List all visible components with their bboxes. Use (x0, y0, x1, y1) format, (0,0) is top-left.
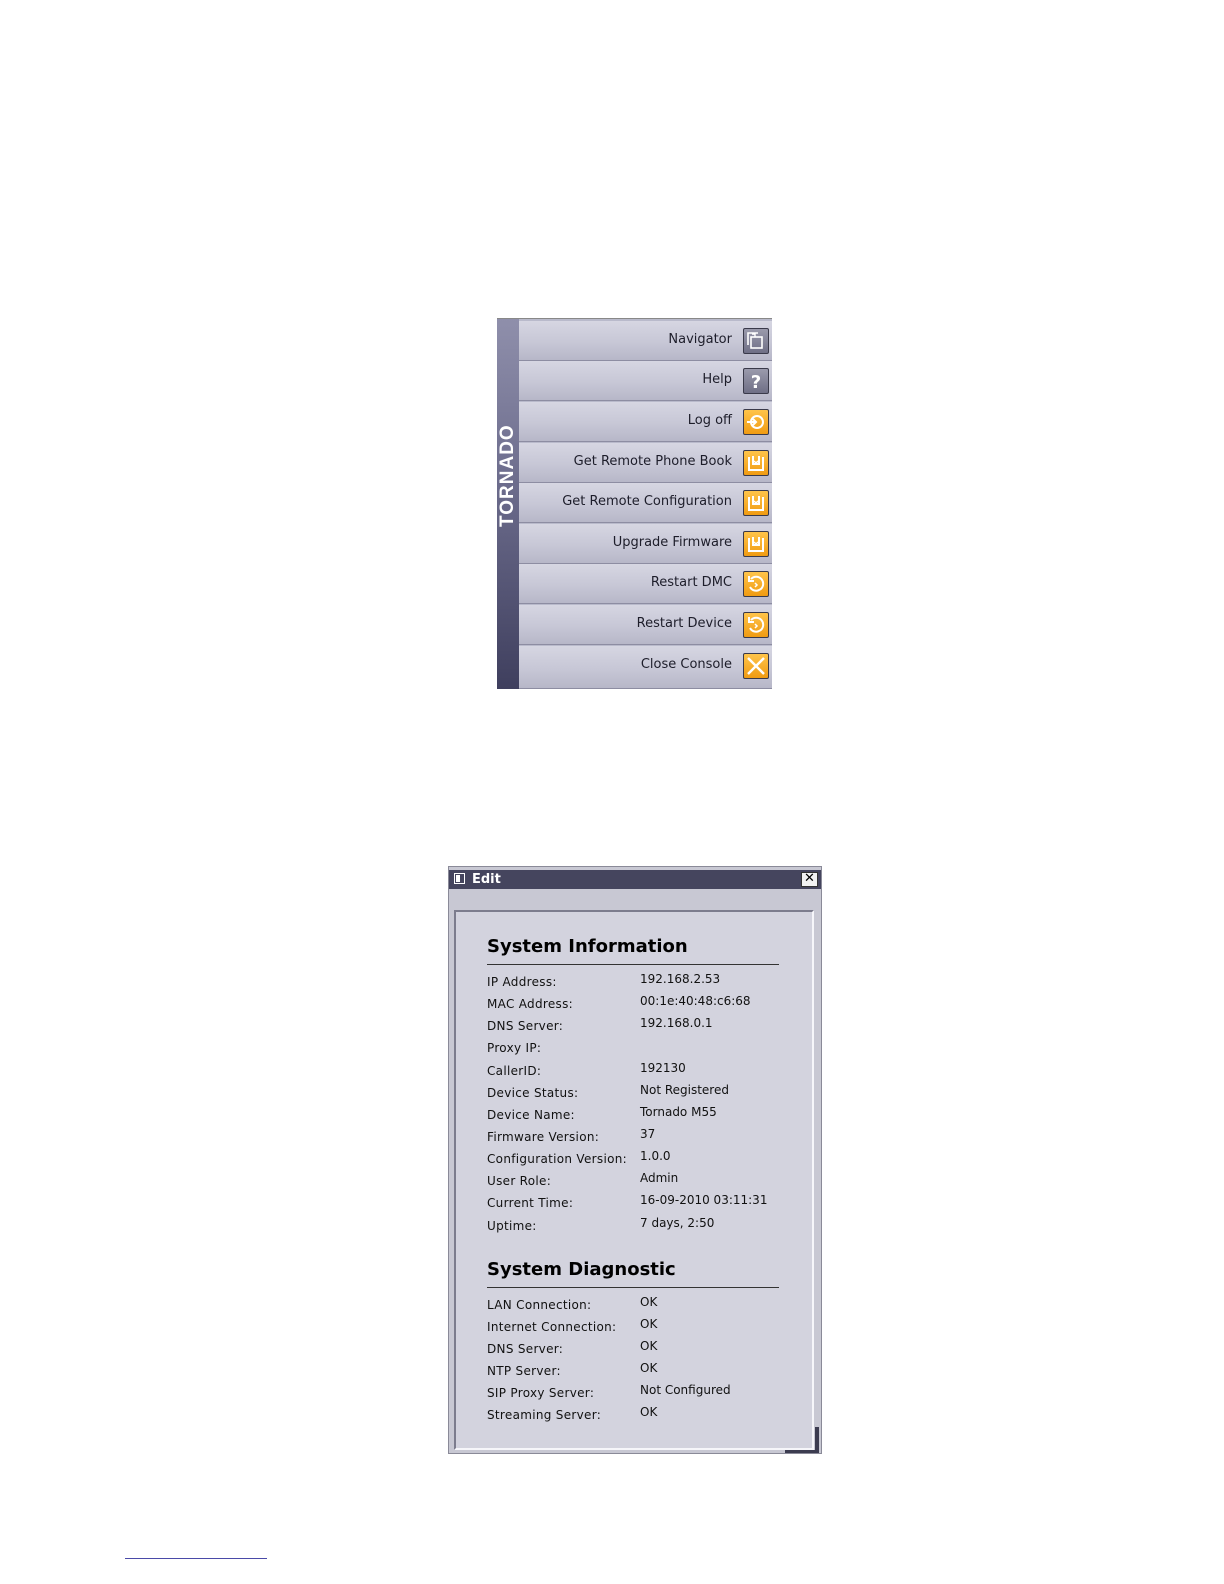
menu-item-label: Log off (687, 413, 732, 428)
menu-item-restart-dmc[interactable]: Restart DMC (519, 564, 772, 604)
section-title-system-information: System Information (487, 936, 688, 957)
log-off-icon (743, 409, 769, 435)
restart-icon (743, 612, 769, 638)
info-label: DNS Server: (487, 1019, 564, 1033)
menu-item-label: Navigator (668, 332, 732, 347)
info-row: Configuration Version: 1.0.0 (487, 1149, 787, 1169)
menu-item-label: Close Console (640, 657, 732, 672)
info-label: MAC Address: (487, 997, 573, 1011)
info-label: Configuration Version: (487, 1152, 627, 1166)
menu-item-close-console[interactable]: Close Console (519, 646, 772, 689)
info-value: Tornado M55 (640, 1105, 717, 1119)
info-value: 192.168.0.1 (640, 1016, 713, 1030)
restart-icon (743, 571, 769, 597)
diagnostic-row: NTP Server: OK (487, 1361, 787, 1381)
info-value: 192130 (640, 1061, 686, 1075)
section-title-system-diagnostic: System Diagnostic (487, 1259, 676, 1280)
info-value: 16-09-2010 03:11:31 (640, 1193, 768, 1207)
dialog-titlebar[interactable]: Edit ✕ (449, 870, 821, 889)
brand-strip: TORNADO (497, 319, 519, 689)
info-label: User Role: (487, 1174, 552, 1188)
diagnostic-value: OK (640, 1317, 658, 1331)
divider (487, 964, 779, 965)
window-icon (454, 873, 465, 884)
tornado-menu: TORNADO Navigator Help ? Log off Get Rem… (497, 318, 772, 689)
diagnostic-label: LAN Connection: (487, 1298, 592, 1312)
info-label: Current Time: (487, 1196, 574, 1210)
info-value: Admin (640, 1171, 679, 1185)
divider (487, 1287, 779, 1288)
download-icon (743, 531, 769, 557)
diagnostic-label: Internet Connection: (487, 1320, 617, 1334)
dialog-title: Edit (472, 872, 501, 887)
info-value: Not Registered (640, 1083, 729, 1097)
diagnostic-row: Internet Connection: OK (487, 1317, 787, 1337)
close-button[interactable]: ✕ (801, 872, 818, 887)
panel-shadow (785, 1450, 819, 1453)
info-label: CallerID: (487, 1064, 542, 1078)
info-label: Device Status: (487, 1086, 579, 1100)
info-row: Device Status: Not Registered (487, 1083, 787, 1103)
diagnostic-value: OK (640, 1295, 658, 1309)
diagnostic-value: Not Configured (640, 1383, 731, 1397)
menu-item-get-remote-configuration[interactable]: Get Remote Configuration (519, 483, 772, 523)
menu-item-label: Help (702, 372, 732, 387)
info-row: User Role: Admin (487, 1171, 787, 1191)
diagnostic-value: OK (640, 1405, 658, 1419)
info-label: Device Name: (487, 1108, 575, 1122)
info-value: 7 days, 2:50 (640, 1216, 715, 1230)
info-row: Uptime: 7 days, 2:50 (487, 1216, 787, 1236)
download-icon (743, 450, 769, 476)
close-icon (743, 653, 769, 679)
diagnostic-label: SIP Proxy Server: (487, 1386, 595, 1400)
menu-item-restart-device[interactable]: Restart Device (519, 605, 772, 645)
help-icon: ? (743, 368, 769, 394)
diagnostic-row: LAN Connection: OK (487, 1295, 787, 1315)
menu-item-help[interactable]: Help ? (519, 361, 772, 401)
diagnostic-label: DNS Server: (487, 1342, 564, 1356)
info-row: Device Name: Tornado M55 (487, 1105, 787, 1125)
menu-item-label: Get Remote Phone Book (573, 454, 732, 469)
info-value: 37 (640, 1127, 656, 1141)
diagnostic-row: Streaming Server: OK (487, 1405, 787, 1425)
diagnostic-label: Streaming Server: (487, 1408, 602, 1422)
menu-item-label: Get Remote Configuration (562, 494, 732, 509)
footnote-separator (125, 1558, 267, 1559)
menu-item-log-off[interactable]: Log off (519, 402, 772, 442)
info-label: Proxy IP: (487, 1041, 542, 1055)
info-value: 1.0.0 (640, 1149, 671, 1163)
diagnostic-label: NTP Server: (487, 1364, 561, 1378)
brand-logo: TORNADO (497, 424, 518, 527)
menu-item-get-remote-phone-book[interactable]: Get Remote Phone Book (519, 443, 772, 483)
menu-item-navigator[interactable]: Navigator (519, 321, 772, 361)
info-row: Firmware Version: 37 (487, 1127, 787, 1147)
info-label: Uptime: (487, 1219, 537, 1233)
info-row: Proxy IP: (487, 1038, 787, 1058)
info-label: Firmware Version: (487, 1130, 600, 1144)
menu-item-label: Restart DMC (650, 575, 732, 590)
navigator-icon (743, 328, 769, 354)
info-panel: System Information IP Address: 192.168.2.… (454, 910, 814, 1450)
info-row: IP Address: 192.168.2.53 (487, 972, 787, 992)
info-value: 192.168.2.53 (640, 972, 721, 986)
diagnostic-row: SIP Proxy Server: Not Configured (487, 1383, 787, 1403)
menu-item-label: Restart Device (636, 616, 732, 631)
info-label: IP Address: (487, 975, 557, 989)
diagnostic-row: DNS Server: OK (487, 1339, 787, 1359)
info-value: 00:1e:40:48:c6:68 (640, 994, 751, 1008)
diagnostic-value: OK (640, 1361, 658, 1375)
menu-item-label: Upgrade Firmware (612, 535, 732, 550)
edit-dialog: Edit ✕ System Information IP Address: 192… (448, 866, 822, 1454)
menu-item-upgrade-firmware[interactable]: Upgrade Firmware (519, 524, 772, 564)
info-row: CallerID: 192130 (487, 1061, 787, 1081)
info-row: MAC Address: 00:1e:40:48:c6:68 (487, 994, 787, 1014)
info-row: DNS Server: 192.168.0.1 (487, 1016, 787, 1036)
info-row: Current Time: 16-09-2010 03:11:31 (487, 1193, 787, 1213)
svg-text:?: ? (751, 372, 761, 393)
diagnostic-value: OK (640, 1339, 658, 1353)
download-icon (743, 490, 769, 516)
